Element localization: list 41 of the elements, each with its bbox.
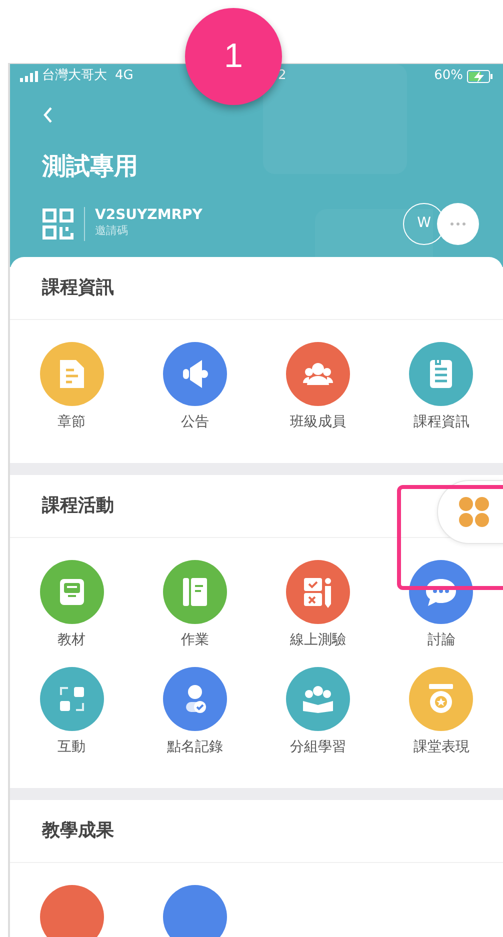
app-tile-icon[interactable] <box>162 884 227 937</box>
status-time: 2 <box>278 67 286 86</box>
chat-icon <box>426 578 456 606</box>
section-title: 教學成果 <box>42 819 114 844</box>
qr-code-icon[interactable] <box>42 208 74 240</box>
tile-label: 班級成員 <box>290 412 346 432</box>
quiz-icon <box>304 578 332 608</box>
medal-icon <box>429 684 454 713</box>
invite-code: V2SUYZMRPY <box>95 208 202 224</box>
carrier-name: 台灣大哥大 <box>42 67 107 86</box>
tile-label: 線上測驗 <box>290 630 346 650</box>
notebook-icon <box>182 578 207 606</box>
tile-label: 教材 <box>58 630 86 650</box>
more-button[interactable] <box>437 202 479 245</box>
tile-label: 章節 <box>58 412 86 432</box>
tile-label: 互動 <box>58 738 86 757</box>
clipboard-icon <box>430 358 452 388</box>
tile-label: 作業 <box>180 630 209 650</box>
tile-label: 公告 <box>180 412 209 432</box>
section-title: 課程資訊 <box>42 276 114 300</box>
battery-percent: 60% <box>434 67 463 86</box>
more-icon <box>450 222 466 226</box>
document-icon <box>60 360 84 388</box>
course-title: 測試專用 <box>42 152 139 181</box>
tile-label: 課堂表現 <box>413 738 470 757</box>
tray-icon <box>60 578 84 605</box>
squares-icon <box>60 686 84 711</box>
tile-label: 點名記錄 <box>166 738 223 757</box>
clover-icon <box>459 496 489 527</box>
app-tile-icon[interactable] <box>40 884 104 937</box>
network-type: 4G <box>115 67 134 86</box>
invite-code-label: 邀請碼 <box>95 223 129 240</box>
tile-label: 討論 <box>427 630 456 650</box>
section-title: 課程活動 <box>42 494 114 518</box>
tile-label: 分組學習 <box>290 738 346 757</box>
person-check-icon <box>186 684 206 713</box>
signal-icon <box>20 70 38 82</box>
people-icon <box>303 362 334 385</box>
group-book-icon <box>303 686 334 713</box>
megaphone-icon <box>182 360 208 388</box>
tile-label: 課程資訊 <box>413 412 470 432</box>
